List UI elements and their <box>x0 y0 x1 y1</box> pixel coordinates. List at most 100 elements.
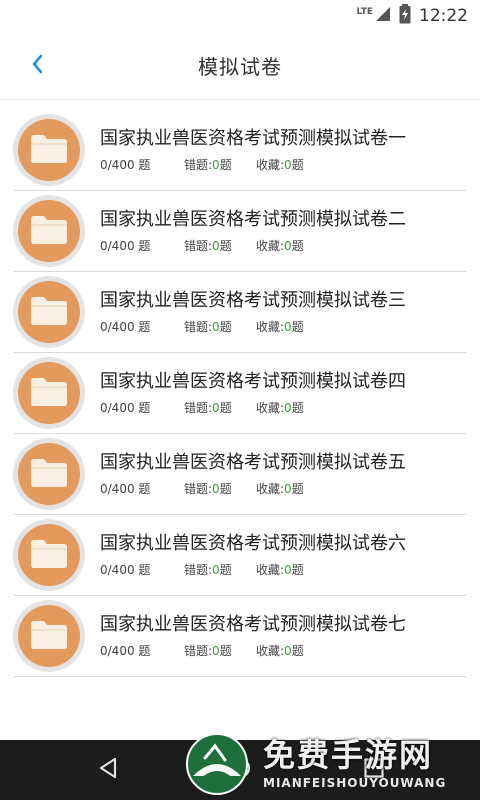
page-title: 模拟试卷 <box>198 55 282 79</box>
folder-avatar <box>13 519 85 591</box>
folder-icon <box>29 294 69 330</box>
wrong-unit: 题 <box>219 239 232 253</box>
battery-icon <box>399 4 411 28</box>
wrong-unit: 题 <box>219 644 232 658</box>
wrong-label: 错题: <box>184 320 213 334</box>
question-progress: 0/400 题 <box>100 563 151 577</box>
signal-icon <box>375 6 391 26</box>
favorite-label: 收藏: <box>256 482 285 496</box>
wrong-count-group: 错题:0题 <box>184 238 256 254</box>
favorite-count-group: 收藏:0题 <box>256 400 304 416</box>
wrong-count-group: 错题:0题 <box>184 319 256 335</box>
folder-avatar <box>13 276 85 348</box>
app-header: 模拟试卷 <box>0 32 480 100</box>
folder-icon <box>29 132 69 168</box>
favorite-unit: 题 <box>291 320 304 334</box>
exam-paper-list: 国家执业兽医资格考试预测模拟试卷一 0/400 题错题:0题 收藏:0题 国家执业兽医… <box>13 110 467 677</box>
exam-paper-item[interactable]: 国家执业兽医资格考试预测模拟试卷四 0/400 题错题:0题 收藏:0题 <box>13 353 467 434</box>
favorite-unit: 题 <box>291 482 304 496</box>
exam-paper-item[interactable]: 国家执业兽医资格考试预测模拟试卷三 0/400 题错题:0题 收藏:0题 <box>13 272 467 353</box>
nav-recent-button[interactable] <box>358 754 390 786</box>
exam-paper-title: 国家执业兽医资格考试预测模拟试卷三 <box>100 290 406 311</box>
wrong-count: 0 <box>212 239 220 253</box>
question-progress: 0/400 题 <box>100 644 151 658</box>
favorite-count: 0 <box>284 158 292 172</box>
back-button[interactable] <box>22 52 52 80</box>
wrong-count-group: 错题:0题 <box>184 157 256 173</box>
favorite-count: 0 <box>284 644 292 658</box>
exam-paper-title: 国家执业兽医资格考试预测模拟试卷七 <box>100 614 406 635</box>
favorite-unit: 题 <box>291 239 304 253</box>
circle-home-icon <box>228 756 252 784</box>
favorite-count: 0 <box>284 563 292 577</box>
exam-paper-item[interactable]: 国家执业兽医资格考试预测模拟试卷一 0/400 题错题:0题 收藏:0题 <box>13 110 467 191</box>
favorite-count: 0 <box>284 239 292 253</box>
wrong-unit: 题 <box>219 563 232 577</box>
favorite-label: 收藏: <box>256 401 285 415</box>
wrong-unit: 题 <box>219 401 232 415</box>
wrong-count: 0 <box>212 158 220 172</box>
wrong-unit: 题 <box>219 158 232 172</box>
wrong-count-group: 错题:0题 <box>184 643 256 659</box>
folder-avatar <box>13 600 85 672</box>
favorite-count: 0 <box>284 401 292 415</box>
folder-icon <box>29 213 69 249</box>
exam-paper-item[interactable]: 国家执业兽医资格考试预测模拟试卷二 0/400 题错题:0题 收藏:0题 <box>13 191 467 272</box>
question-progress: 0/400 题 <box>100 320 151 334</box>
favorite-unit: 题 <box>291 644 304 658</box>
exam-paper-item[interactable]: 国家执业兽医资格考试预测模拟试卷七 0/400 题错题:0题 收藏:0题 <box>13 596 467 677</box>
favorite-count-group: 收藏:0题 <box>256 643 304 659</box>
folder-avatar <box>13 114 85 186</box>
wrong-label: 错题: <box>184 644 213 658</box>
question-progress: 0/400 题 <box>100 401 151 415</box>
wrong-count-group: 错题:0题 <box>184 400 256 416</box>
wrong-count: 0 <box>212 401 220 415</box>
folder-icon <box>29 537 69 573</box>
favorite-count: 0 <box>284 320 292 334</box>
question-progress: 0/400 题 <box>100 158 151 172</box>
wrong-count: 0 <box>212 482 220 496</box>
exam-paper-title: 国家执业兽医资格考试预测模拟试卷五 <box>100 452 406 473</box>
wrong-label: 错题: <box>184 158 213 172</box>
wrong-unit: 题 <box>219 482 232 496</box>
chevron-left-icon <box>30 53 44 79</box>
folder-icon <box>29 375 69 411</box>
favorite-label: 收藏: <box>256 158 285 172</box>
favorite-label: 收藏: <box>256 563 285 577</box>
clock: 12:22 <box>419 6 468 26</box>
wrong-label: 错题: <box>184 482 213 496</box>
status-bar: LTE 12:22 <box>0 0 480 32</box>
folder-icon <box>29 456 69 492</box>
folder-avatar <box>13 357 85 429</box>
favorite-count-group: 收藏:0题 <box>256 238 304 254</box>
wrong-count: 0 <box>212 563 220 577</box>
wrong-label: 错题: <box>184 401 213 415</box>
network-type: LTE <box>356 7 373 17</box>
wrong-label: 错题: <box>184 563 213 577</box>
wrong-unit: 题 <box>219 320 232 334</box>
favorite-count-group: 收藏:0题 <box>256 562 304 578</box>
favorite-count-group: 收藏:0题 <box>256 481 304 497</box>
favorite-label: 收藏: <box>256 320 285 334</box>
favorite-unit: 题 <box>291 563 304 577</box>
favorite-unit: 题 <box>291 158 304 172</box>
wrong-count: 0 <box>212 644 220 658</box>
nav-home-button[interactable] <box>224 754 256 786</box>
favorite-count-group: 收藏:0题 <box>256 319 304 335</box>
wrong-count: 0 <box>212 320 220 334</box>
triangle-back-icon <box>96 756 120 784</box>
exam-paper-title: 国家执业兽医资格考试预测模拟试卷一 <box>100 128 406 149</box>
wrong-count-group: 错题:0题 <box>184 562 256 578</box>
nav-back-button[interactable] <box>92 754 124 786</box>
exam-paper-item[interactable]: 国家执业兽医资格考试预测模拟试卷六 0/400 题错题:0题 收藏:0题 <box>13 515 467 596</box>
exam-paper-item[interactable]: 国家执业兽医资格考试预测模拟试卷五 0/400 题错题:0题 收藏:0题 <box>13 434 467 515</box>
folder-avatar <box>13 438 85 510</box>
question-progress: 0/400 题 <box>100 482 151 496</box>
favorite-unit: 题 <box>291 401 304 415</box>
square-recent-icon <box>362 756 386 784</box>
favorite-count-group: 收藏:0题 <box>256 157 304 173</box>
folder-icon <box>29 618 69 654</box>
wrong-label: 错题: <box>184 239 213 253</box>
favorite-count: 0 <box>284 482 292 496</box>
exam-paper-title: 国家执业兽医资格考试预测模拟试卷二 <box>100 209 406 230</box>
